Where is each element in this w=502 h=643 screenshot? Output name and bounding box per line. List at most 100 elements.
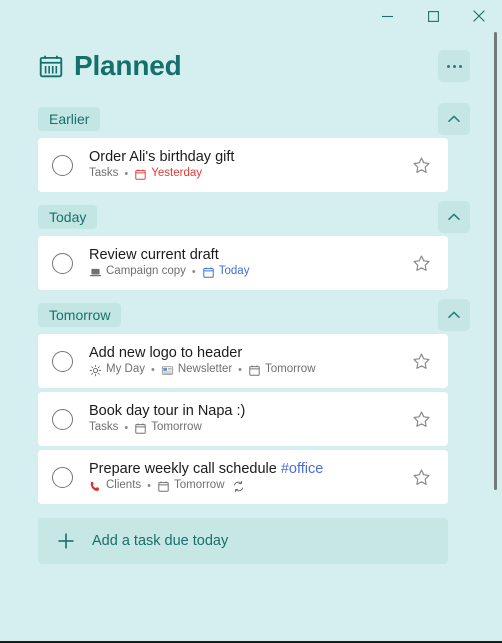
- task-row[interactable]: Add new logo to header My Day • Newsletter •…: [38, 334, 448, 388]
- task-list: Review current draft Campaign copy • Today: [0, 236, 486, 290]
- task-checkbox[interactable]: [52, 350, 73, 372]
- sun-icon: [89, 364, 102, 377]
- task-hashtag[interactable]: #office: [281, 461, 323, 477]
- title-bar: [0, 0, 502, 32]
- meta-separator: •: [238, 363, 243, 376]
- task-checkbox[interactable]: [52, 466, 73, 488]
- task-title: Order Ali's birthday gift: [89, 149, 398, 166]
- task-metadata: Tasks • Yesterday: [89, 167, 398, 181]
- collapse-group-button[interactable]: [438, 299, 470, 331]
- meta-text: Tomorrow: [151, 421, 202, 434]
- task-title-text: Review current draft: [89, 246, 219, 263]
- laptop-icon: [89, 266, 102, 279]
- star-icon[interactable]: [408, 250, 434, 276]
- task-title-text: Prepare weekly call schedule: [89, 460, 281, 477]
- phone-icon: [89, 480, 102, 493]
- meta-item: Campaign copy: [89, 265, 186, 279]
- meta-text: My Day: [106, 363, 145, 376]
- meta-text: Tomorrow: [265, 363, 316, 376]
- meta-item: Tasks: [89, 421, 118, 435]
- task-title-text: Book day tour in Napa :): [89, 402, 246, 419]
- meta-text: Yesterday: [151, 167, 202, 180]
- task-row[interactable]: Book day tour in Napa :) Tasks • Tomorrow: [38, 392, 448, 446]
- vertical-scrollbar[interactable]: [490, 32, 500, 639]
- collapse-group-button[interactable]: [438, 103, 470, 135]
- meta-item: My Day: [89, 363, 145, 377]
- meta-item: Tomorrow: [134, 421, 202, 435]
- task-body: Book day tour in Napa :) Tasks • Tomorrow: [89, 403, 398, 435]
- task-row[interactable]: Order Ali's birthday gift Tasks • Yesterday: [38, 138, 448, 192]
- group-label: Today: [38, 205, 98, 229]
- task-metadata: Campaign copy • Today: [89, 265, 398, 279]
- calendar-icon: [248, 364, 261, 377]
- chevron-up-icon: [446, 209, 462, 225]
- star-icon[interactable]: [408, 406, 434, 432]
- more-options-icon: [446, 64, 462, 68]
- newspaper-icon: [161, 364, 174, 377]
- task-checkbox[interactable]: [52, 154, 73, 176]
- page-title: Planned: [74, 50, 182, 81]
- star-icon[interactable]: [408, 152, 434, 178]
- task-title: Book day tour in Napa :): [89, 403, 398, 420]
- calendar-icon: [134, 422, 147, 435]
- task-body: Prepare weekly call schedule #office Clie…: [89, 461, 398, 493]
- meta-text: Tasks: [89, 421, 119, 434]
- meta-text: Campaign copy: [106, 265, 186, 278]
- task-group-header: Tomorrow: [0, 296, 486, 334]
- add-task-button[interactable]: Add a task due today: [38, 518, 448, 564]
- more-options-button[interactable]: [438, 50, 470, 82]
- scrollbar-thumb[interactable]: [494, 32, 497, 490]
- task-title: Prepare weekly call schedule #office: [89, 461, 398, 478]
- meta-separator: •: [147, 479, 152, 492]
- meta-item: Tomorrow: [157, 479, 244, 493]
- meta-separator: •: [150, 363, 155, 376]
- maximize-button[interactable]: [410, 0, 456, 32]
- meta-text: Tasks: [89, 167, 119, 180]
- meta-item: Yesterday: [134, 167, 202, 181]
- star-icon[interactable]: [408, 464, 434, 490]
- task-metadata: My Day • Newsletter • Tomorrow: [89, 363, 398, 377]
- task-metadata: Clients • Tomorrow: [89, 479, 398, 493]
- task-checkbox[interactable]: [52, 252, 73, 274]
- task-body: Order Ali's birthday gift Tasks • Yesterday: [89, 149, 398, 181]
- meta-item: Clients: [89, 479, 141, 493]
- task-group-header: Earlier: [0, 100, 486, 138]
- meta-separator: •: [191, 265, 196, 278]
- meta-item: Tasks: [89, 167, 118, 181]
- task-title-text: Add new logo to header: [89, 344, 243, 361]
- calendar-icon: [134, 168, 147, 181]
- chevron-up-icon: [446, 111, 462, 127]
- collapse-group-button[interactable]: [438, 201, 470, 233]
- close-icon: [473, 10, 485, 22]
- task-metadata: Tasks • Tomorrow: [89, 421, 398, 435]
- task-group-header: Today: [0, 198, 486, 236]
- calendar-icon: [157, 480, 170, 493]
- task-body: Review current draft Campaign copy • Today: [89, 247, 398, 279]
- meta-separator: •: [124, 167, 129, 180]
- task-body: Add new logo to header My Day • Newsletter •…: [89, 345, 398, 377]
- close-button[interactable]: [456, 0, 502, 32]
- task-row[interactable]: Review current draft Campaign copy • Today: [38, 236, 448, 290]
- task-list: Add new logo to header My Day • Newsletter •…: [0, 334, 486, 504]
- page-header: Planned: [0, 32, 486, 94]
- task-title: Add new logo to header: [89, 345, 398, 362]
- meta-text: Today: [218, 265, 250, 278]
- meta-item: Today: [202, 265, 250, 279]
- chevron-up-icon: [446, 307, 462, 323]
- group-label: Earlier: [38, 107, 101, 131]
- minimize-button[interactable]: [364, 0, 410, 32]
- star-icon[interactable]: [408, 348, 434, 374]
- task-row[interactable]: Prepare weekly call schedule #office Clie…: [38, 450, 448, 504]
- task-checkbox[interactable]: [52, 408, 73, 430]
- meta-item: Tomorrow: [248, 363, 316, 377]
- task-title: Review current draft: [89, 247, 398, 264]
- meta-text: Clients: [106, 479, 142, 492]
- group-label: Tomorrow: [38, 303, 122, 327]
- meta-text: Tomorrow: [174, 479, 225, 492]
- add-task-label: Add a task due today: [92, 533, 229, 549]
- meta-separator: •: [124, 421, 129, 434]
- plus-icon: [56, 531, 76, 551]
- minimize-icon: [381, 15, 393, 17]
- meta-item: Newsletter: [161, 363, 232, 377]
- repeat-icon: [232, 480, 245, 493]
